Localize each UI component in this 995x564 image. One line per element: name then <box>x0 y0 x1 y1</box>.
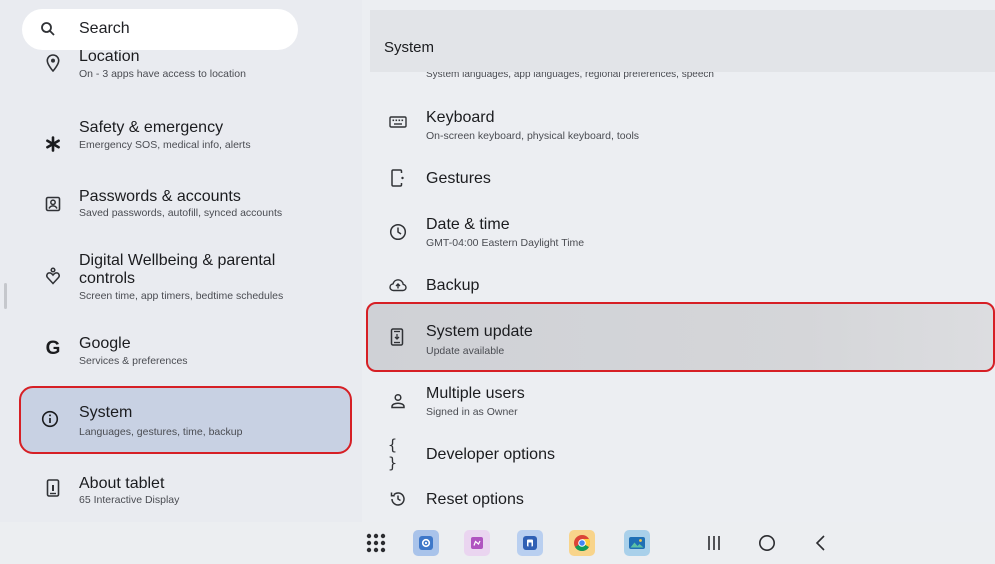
history-icon <box>388 489 408 509</box>
recents-button[interactable] <box>705 534 723 552</box>
settings-item-title: Reset options <box>426 491 524 508</box>
location-icon <box>42 52 64 74</box>
tablet-icon <box>42 477 64 499</box>
settings-item-title: Gestures <box>426 170 491 187</box>
notes-app-icon[interactable] <box>464 530 490 556</box>
settings-item-keyboard[interactable]: Keyboard On-screen keyboard, physical ke… <box>370 104 995 148</box>
app-grid-icon[interactable] <box>365 532 387 554</box>
settings-item-subtitle: Signed in as Owner <box>426 406 518 418</box>
sidebar-item-subtitle: Services & preferences <box>79 355 188 367</box>
sidebar-item-subtitle: Saved passwords, autofill, synced accoun… <box>79 207 283 219</box>
settings-item-title: Keyboard <box>426 109 495 126</box>
sidebar-item-digital-wellbeing[interactable]: Digital Wellbeing & parental controls Sc… <box>22 248 352 308</box>
asterisk-icon <box>42 133 64 155</box>
sidebar-item-subtitle: Screen time, app timers, bedtime schedul… <box>79 290 284 302</box>
braces-icon: { } <box>388 436 398 472</box>
search-bar[interactable]: Search <box>22 9 298 50</box>
settings-item-title: Multiple users <box>426 385 525 402</box>
pane-resize-handle[interactable] <box>4 283 7 309</box>
account-box-icon <box>42 193 64 215</box>
system-update-icon <box>390 328 406 346</box>
languages-item-cutoff[interactable]: System languages, app languages, regiona… <box>426 72 714 80</box>
wellbeing-icon <box>42 265 64 287</box>
gestures-icon <box>388 168 408 188</box>
settings-item-gestures[interactable]: Gestures <box>370 164 995 194</box>
chrome-app-icon[interactable] <box>569 530 595 556</box>
settings-item-title: Backup <box>426 277 480 294</box>
sidebar-item-about-tablet[interactable]: About tablet 65 Interactive Display <box>22 470 352 514</box>
sidebar-item-safety-emergency[interactable]: Safety & emergency Emergency SOS, medica… <box>22 112 352 156</box>
search-label: Search <box>79 20 130 37</box>
cloud-upload-icon <box>388 275 408 295</box>
settings-item-subtitle: Update available <box>426 345 505 357</box>
sidebar-item-passwords-accounts[interactable]: Passwords & accounts Saved passwords, au… <box>22 182 352 226</box>
settings-item-subtitle: On-screen keyboard, physical keyboard, t… <box>426 130 640 142</box>
settings-item-developer-options[interactable]: { } Developer options <box>370 436 995 472</box>
sidebar-item-title: Google <box>79 335 131 352</box>
sidebar-item-google[interactable]: G Google Services & preferences <box>22 330 352 374</box>
clock-icon <box>388 222 408 242</box>
detail-header: System <box>370 10 995 72</box>
settings-app-icon[interactable] <box>413 530 439 556</box>
search-icon <box>40 21 56 37</box>
navigation-bar <box>0 522 995 564</box>
settings-item-date-time[interactable]: Date & time GMT-04:00 Eastern Daylight T… <box>370 212 995 256</box>
settings-item-system-update[interactable]: System update Update available <box>366 302 995 372</box>
sidebar-item-title: About tablet <box>79 475 165 492</box>
sidebar-item-subtitle: 65 Interactive Display <box>79 494 180 506</box>
info-icon <box>41 410 59 428</box>
settings-item-title: Developer options <box>426 446 555 463</box>
home-button[interactable] <box>758 534 776 552</box>
person-icon <box>388 391 408 411</box>
settings-item-title: System update <box>426 323 533 340</box>
settings-item-reset-options[interactable]: Reset options <box>370 488 995 518</box>
sidebar-item-system[interactable]: System Languages, gestures, time, backup <box>19 386 352 454</box>
settings-item-subtitle: GMT-04:00 Eastern Daylight Time <box>426 237 585 249</box>
sidebar-item-title: Digital Wellbeing & parental <box>79 252 276 269</box>
settings-item-multiple-users[interactable]: Multiple users Signed in as Owner <box>370 382 995 426</box>
sidebar-item-title-continued: controls <box>79 270 136 287</box>
back-button[interactable] <box>812 534 830 552</box>
settings-item-backup[interactable]: Backup <box>370 272 995 302</box>
files-app-icon[interactable] <box>517 530 543 556</box>
gallery-app-icon[interactable] <box>624 530 650 556</box>
keyboard-icon <box>388 112 408 132</box>
settings-sidebar: Search Location On - 3 apps have access … <box>0 0 362 522</box>
settings-item-title: Date & time <box>426 216 510 233</box>
sidebar-item-title: System <box>79 404 133 421</box>
page-title: System <box>384 39 435 56</box>
sidebar-item-subtitle: Emergency SOS, medical info, alerts <box>79 139 251 151</box>
sidebar-item-title: Passwords & accounts <box>79 188 241 205</box>
sidebar-item-title: Safety & emergency <box>79 119 224 136</box>
sidebar-item-subtitle: On - 3 apps have access to location <box>79 68 246 80</box>
sidebar-item-subtitle: Languages, gestures, time, backup <box>79 426 243 438</box>
google-icon: G <box>45 338 61 359</box>
